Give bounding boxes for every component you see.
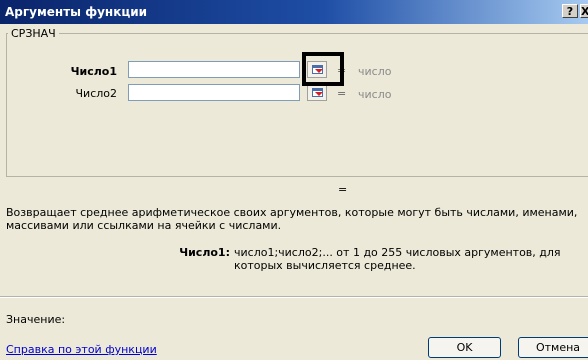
arg1-label: Число1 [70,65,117,78]
divider [0,296,588,298]
arg2-label: Число2 [75,87,118,100]
close-button[interactable]: X [580,4,588,18]
highlight-frame [302,52,344,86]
arg2-result-hint: число [358,88,392,101]
help-button[interactable]: ? [562,4,578,18]
arg-help-text: число1;число2;... от 1 до 255 числовых а… [234,246,561,272]
arrow-icon [315,92,323,96]
arg-help-label: Число1: [179,246,230,259]
function-help-link[interactable]: Справка по этой функции [6,343,157,356]
function-arguments-group [6,33,588,177]
arg2-equals: = [337,87,347,100]
arg2-input[interactable] [128,84,300,101]
arg1-result-hint: число [358,65,392,78]
ok-button[interactable]: OK [428,337,501,358]
window-title: Аргументы функции [5,5,148,19]
arg2-collapse-button[interactable] [307,84,327,101]
function-description: Возвращает среднее арифметическое своих … [6,206,578,232]
title-bar: Аргументы функции ? X [0,0,588,24]
value-label: Значение: [6,313,66,326]
cancel-button[interactable]: Отмена [518,337,588,358]
function-name: СРЗНАЧ [8,27,59,40]
arg1-input[interactable] [128,61,300,78]
formula-result-equals: = [338,183,348,196]
